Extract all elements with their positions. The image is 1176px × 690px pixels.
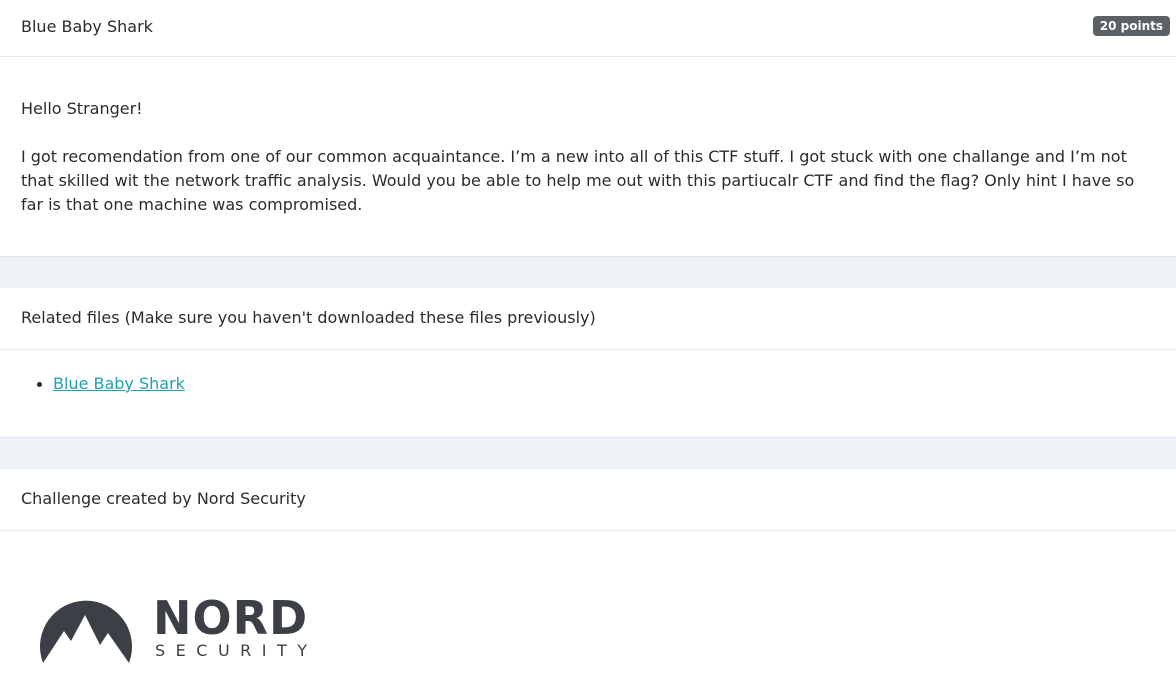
file-list: Blue Baby Shark [37,374,185,394]
section-divider [0,437,1176,469]
list-item: Blue Baby Shark [37,374,185,394]
points-badge: 20 points [1092,16,1170,36]
related-files-panel: Blue Baby Shark [0,350,1176,437]
mountain-logo-icon [40,600,132,663]
sponsor-logo-area: NORD SECURITY [0,531,1176,690]
file-download-link[interactable]: Blue Baby Shark [53,374,185,393]
challenge-description-panel: Hello Stranger! I got recomendation from… [0,57,1176,256]
greeting-text: Hello Stranger! [21,99,143,118]
bullet-icon [37,382,42,387]
related-files-title: Related files (Make sure you haven't dow… [21,308,596,327]
author-header: Challenge created by Nord Security [0,469,1176,531]
challenge-header: Blue Baby Shark 20 points [0,0,1176,57]
author-text: Challenge created by Nord Security [21,489,306,508]
description-text: I got recomendation from one of our comm… [21,147,1135,214]
challenge-title: Blue Baby Shark [21,17,153,36]
section-divider [0,256,1176,288]
logo-subtitle: SECURITY [155,641,318,660]
logo-wordmark: NORD [153,591,309,645]
related-files-header: Related files (Make sure you haven't dow… [0,288,1176,350]
